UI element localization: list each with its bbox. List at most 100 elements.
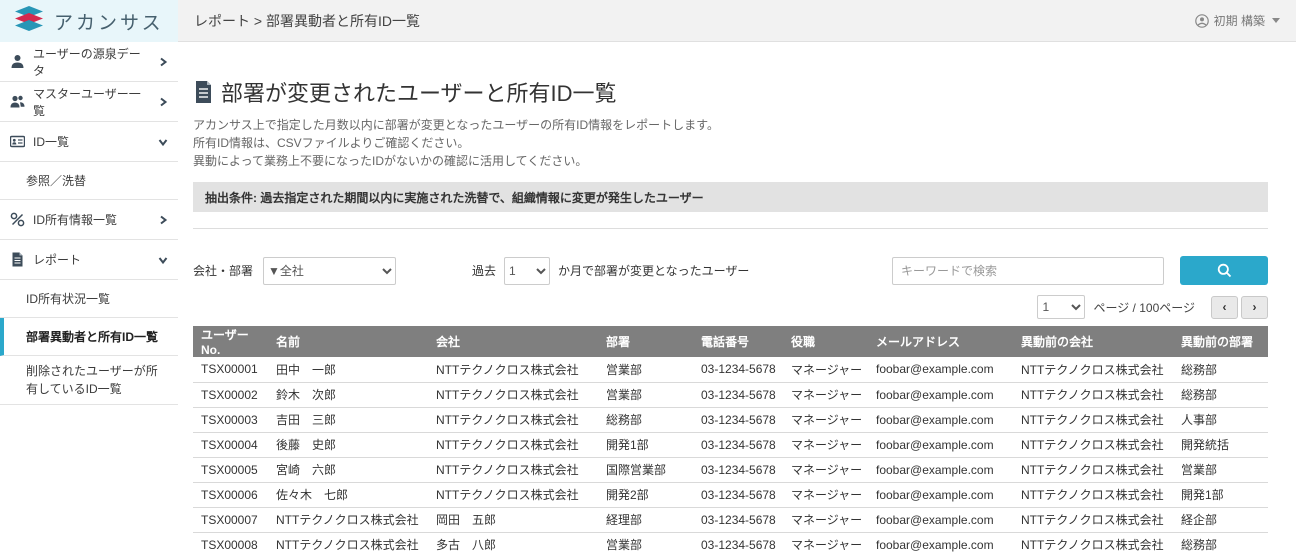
breadcrumb: レポート > 部署異動者と所有ID一覧 <box>194 11 420 31</box>
table-cell: TSX00002 <box>193 382 268 407</box>
table-cell: 総務部 <box>1173 357 1268 382</box>
table-cell: マネージャー <box>783 532 868 552</box>
table-cell: 宮崎 六郎 <box>268 457 428 482</box>
table-cell: TSX00006 <box>193 482 268 507</box>
table-cell: NTTテクノクロス株式会社 <box>428 382 598 407</box>
table-cell: マネージャー <box>783 357 868 382</box>
user-icon <box>10 54 25 69</box>
sidebar-item-report[interactable]: レポート <box>0 240 178 280</box>
table-cell: 営業部 <box>598 532 693 552</box>
breadcrumb-bar: レポート > 部署異動者と所有ID一覧 初期 構築 <box>178 0 1296 42</box>
table-row: TSX00004後藤 史郎NTTテクノクロス株式会社開発1部03-1234-56… <box>193 432 1268 457</box>
report-icon <box>10 252 25 267</box>
table-cell: 開発2部 <box>598 482 693 507</box>
table-cell: NTTテクノクロス株式会社 <box>428 432 598 457</box>
table-cell: 田中 一郎 <box>268 357 428 382</box>
chevron-right-icon <box>158 215 168 225</box>
description-line: 異動によって業務上不要になったIDがないかの確認に活用してください。 <box>193 152 1268 170</box>
table-row: TSX00008NTTテクノクロス株式会社多古 八郎営業部03-1234-567… <box>193 532 1268 552</box>
table-cell: foobar@example.com <box>868 532 1013 552</box>
table-cell: マネージャー <box>783 507 868 532</box>
results-table: ユーザーNo.名前会社部署電話番号役職メールアドレス異動前の会社異動前の部署 T… <box>193 326 1268 552</box>
sidebar-subitem-deleted-user-id-list[interactable]: 削除されたユーザーが所有しているID一覧 <box>0 356 178 405</box>
table-cell: 03-1234-5678 <box>693 507 783 532</box>
pagination: 1 ページ / 100ページ ‹ › <box>193 295 1268 319</box>
sidebar-item-label: マスターユーザー一覧 <box>33 85 150 119</box>
chevron-right-icon <box>158 97 168 107</box>
table-cell: 開発1部 <box>598 432 693 457</box>
table-cell: 総務部 <box>598 407 693 432</box>
description-line: アカンサス上で指定した月数以内に部署が変更となったユーザーの所有ID情報をレポー… <box>193 116 1268 134</box>
table-row: TSX00001田中 一郎NTTテクノクロス株式会社営業部03-1234-567… <box>193 357 1268 382</box>
search-input[interactable] <box>892 257 1164 285</box>
logo-text: アカンサス <box>54 8 164 35</box>
table-cell: NTTテクノクロス株式会社 <box>1013 432 1173 457</box>
company-dept-label: 会社・部署 <box>193 262 253 279</box>
table-cell: NTTテクノクロス株式会社 <box>428 407 598 432</box>
table-cell: TSX00003 <box>193 407 268 432</box>
table-cell: NTTテクノクロス株式会社 <box>1013 482 1173 507</box>
table-cell: 03-1234-5678 <box>693 407 783 432</box>
description-line: 所有ID情報は、CSVファイルよりご確認ください。 <box>193 134 1268 152</box>
table-cell: TSX00007 <box>193 507 268 532</box>
table-cell: 経企部 <box>1173 507 1268 532</box>
table-cell: NTTテクノクロス株式会社 <box>1013 382 1173 407</box>
table-row: TSX00002鈴木 次郎NTTテクノクロス株式会社営業部03-1234-567… <box>193 382 1268 407</box>
table-row: TSX00007NTTテクノクロス株式会社岡田 五郎経理部03-1234-567… <box>193 507 1268 532</box>
table-cell: 営業部 <box>598 357 693 382</box>
sidebar-item-id-list[interactable]: ID一覧 <box>0 122 178 162</box>
table-cell: 営業部 <box>598 382 693 407</box>
table-cell: NTTテクノクロス株式会社 <box>428 457 598 482</box>
column-header: ユーザーNo. <box>193 326 268 357</box>
column-header: メールアドレス <box>868 326 1013 357</box>
table-cell: TSX00008 <box>193 532 268 552</box>
table-cell: 鈴木 次郎 <box>268 382 428 407</box>
sidebar-item-user-source-data[interactable]: ユーザーの源泉データ <box>0 42 178 82</box>
table-cell: foobar@example.com <box>868 432 1013 457</box>
table-cell: 多古 八郎 <box>428 532 598 552</box>
table-cell: 佐々木 七郎 <box>268 482 428 507</box>
extraction-condition-bar: 抽出条件: 過去指定された期間以内に実施された洗替で、組織情報に変更が発生したユ… <box>193 182 1268 212</box>
table-cell: NTTテクノクロス株式会社 <box>268 532 428 552</box>
company-dept-select[interactable]: ▼全社 <box>263 257 396 285</box>
sidebar-subitem-id-ownership-status[interactable]: ID所有状況一覧 <box>0 280 178 318</box>
prev-page-button[interactable]: ‹ <box>1211 296 1238 319</box>
main-content: 部署が変更されたユーザーと所有ID一覧 アカンサス上で指定した月数以内に部署が変… <box>178 42 1296 552</box>
table-cell: NTTテクノクロス株式会社 <box>1013 457 1173 482</box>
table-cell: NTTテクノクロス株式会社 <box>428 482 598 507</box>
sidebar-item-id-ownership-list[interactable]: ID所有情報一覧 <box>0 200 178 240</box>
user-menu[interactable]: 初期 構築 <box>1195 12 1280 29</box>
chevron-right-icon <box>158 57 168 67</box>
report-page-icon <box>193 80 213 104</box>
period-select[interactable]: 1 <box>504 257 550 285</box>
table-cell: マネージャー <box>783 457 868 482</box>
table-cell: NTTテクノクロス株式会社 <box>268 507 428 532</box>
table-cell: 03-1234-5678 <box>693 357 783 382</box>
next-page-button[interactable]: › <box>1241 296 1268 319</box>
link-icon <box>10 212 25 227</box>
table-cell: foobar@example.com <box>868 382 1013 407</box>
sidebar-subitem-reference-refresh[interactable]: 参照／洗替 <box>0 162 178 200</box>
app-logo[interactable]: アカンサス <box>0 0 178 42</box>
divider <box>193 228 1268 229</box>
user-name: 初期 構築 <box>1214 12 1265 29</box>
table-cell: NTTテクノクロス株式会社 <box>1013 407 1173 432</box>
table-cell: foobar@example.com <box>868 407 1013 432</box>
sidebar-item-master-user-list[interactable]: マスターユーザー一覧 <box>0 82 178 122</box>
sidebar-item-label: ユーザーの源泉データ <box>33 45 150 79</box>
sidebar-subitem-dept-transfer-id-list[interactable]: 部署異動者と所有ID一覧 <box>0 318 178 356</box>
column-header: 会社 <box>428 326 598 357</box>
table-body: TSX00001田中 一郎NTTテクノクロス株式会社営業部03-1234-567… <box>193 357 1268 552</box>
search-button[interactable] <box>1180 256 1268 285</box>
page-select[interactable]: 1 <box>1037 295 1085 319</box>
table-cell: 開発1部 <box>1173 482 1268 507</box>
table-cell: TSX00004 <box>193 432 268 457</box>
table-cell: foobar@example.com <box>868 457 1013 482</box>
table-cell: 03-1234-5678 <box>693 457 783 482</box>
table-row: TSX00005宮崎 六郎NTTテクノクロス株式会社国際営業部03-1234-5… <box>193 457 1268 482</box>
chevron-down-icon <box>158 255 168 265</box>
table-cell: 岡田 五郎 <box>428 507 598 532</box>
table-cell: 総務部 <box>1173 532 1268 552</box>
id-card-icon <box>10 134 25 149</box>
table-cell: 03-1234-5678 <box>693 382 783 407</box>
